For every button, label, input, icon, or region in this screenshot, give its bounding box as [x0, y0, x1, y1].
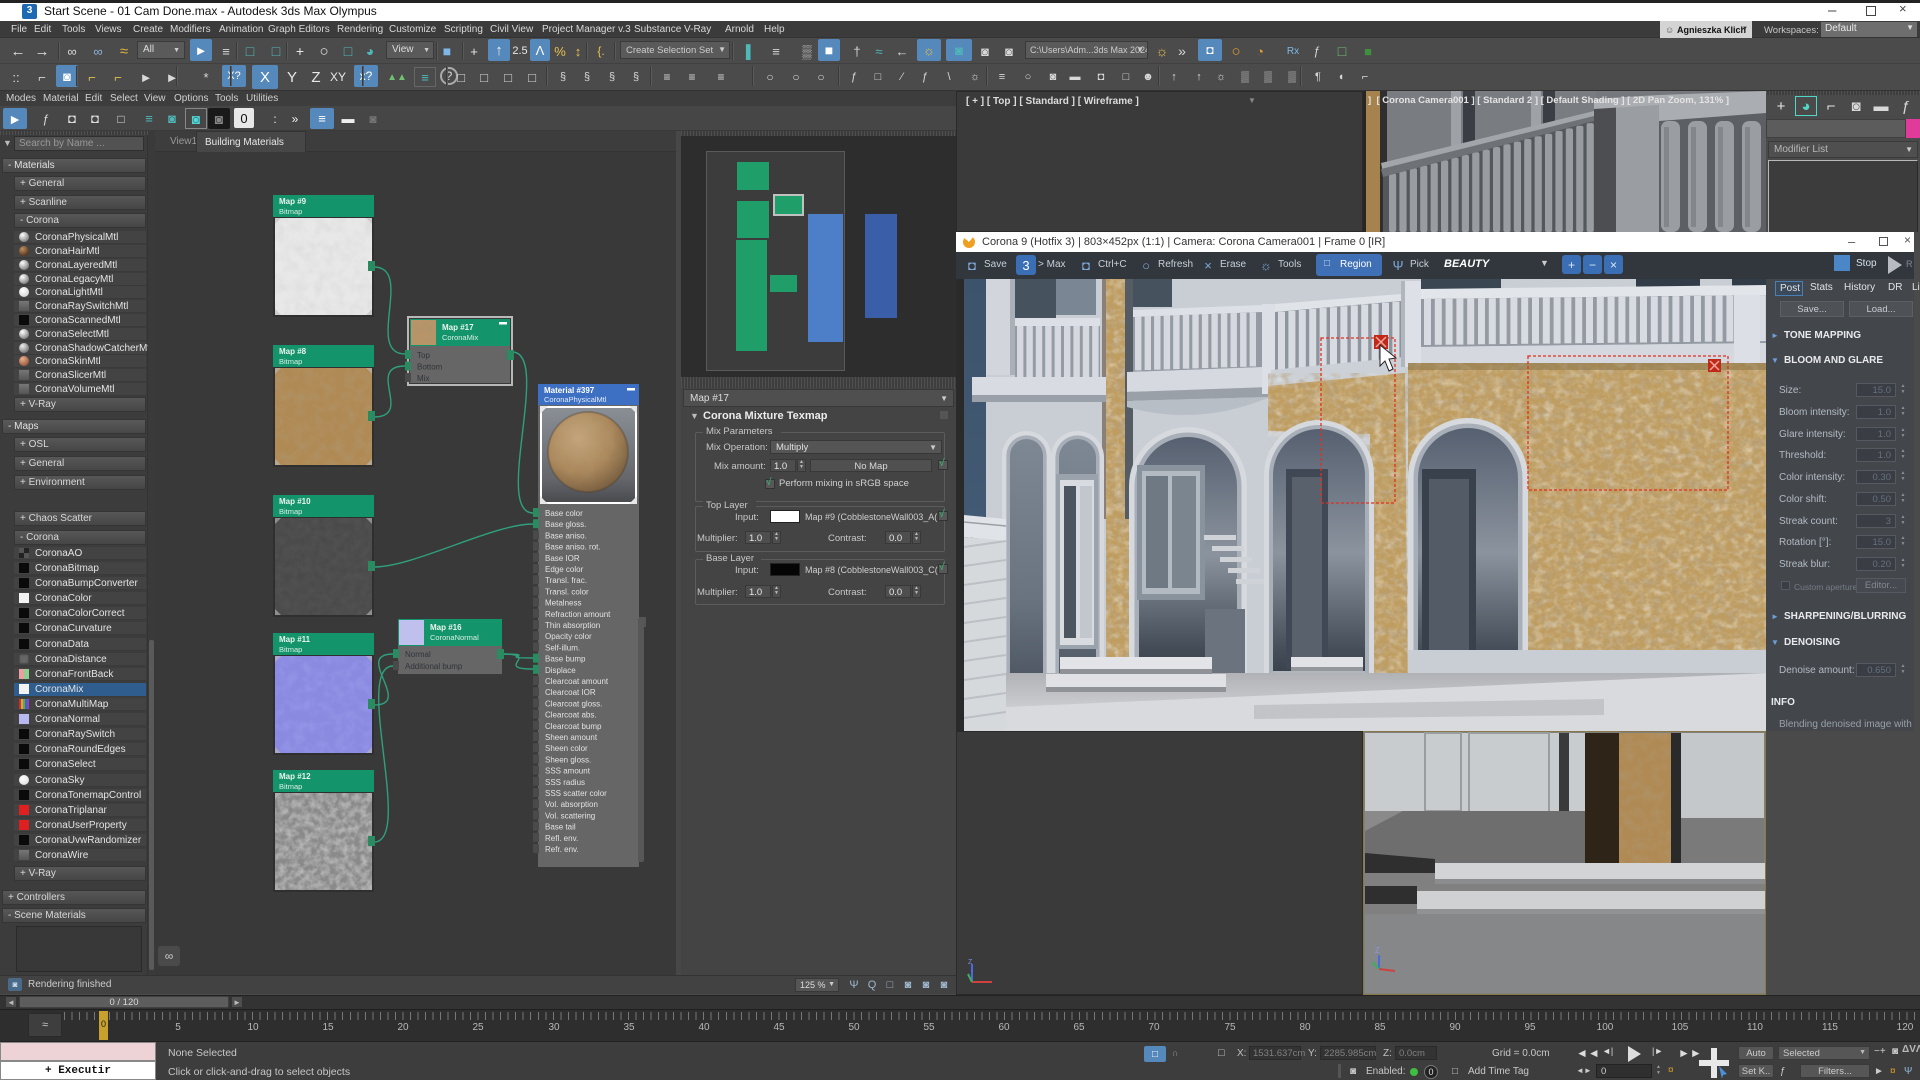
svg-text:Map #16: Map #16 [430, 623, 462, 632]
svg-text:Clearcoat gloss.: Clearcoat gloss. [545, 699, 602, 708]
svg-text:Normal: Normal [405, 650, 431, 659]
svg-text:Mix: Mix [417, 374, 429, 383]
svg-text:Self-illum.: Self-illum. [545, 643, 580, 652]
svg-text:Metalness: Metalness [545, 599, 581, 608]
svg-text:Clearcoat abs.: Clearcoat abs. [545, 711, 597, 720]
svg-text:Vol. scattering: Vol. scattering [545, 811, 595, 820]
svg-text:Base aniso.: Base aniso. [545, 531, 587, 540]
svg-text:Base gloss.: Base gloss. [545, 520, 586, 529]
svg-text:Refr. env.: Refr. env. [545, 845, 579, 854]
svg-text:Bottom: Bottom [417, 363, 443, 372]
svg-text:CoronaNormal: CoronaNormal [430, 633, 479, 642]
svg-text:CoronaMix: CoronaMix [442, 333, 479, 342]
svg-text:Map #8: Map #8 [279, 347, 307, 356]
svg-text:Transl. color: Transl. color [545, 587, 589, 596]
svg-text:Additional bump: Additional bump [405, 662, 463, 671]
svg-text:Displace: Displace [545, 666, 576, 675]
svg-text:Map #10: Map #10 [279, 497, 311, 506]
svg-text:Base tail: Base tail [545, 823, 576, 832]
svg-text:Bitmap: Bitmap [279, 782, 302, 791]
svg-text:Clearcoat IOR: Clearcoat IOR [545, 688, 596, 697]
svg-text:Refraction amount: Refraction amount [545, 610, 611, 619]
svg-text:SSS radius: SSS radius [545, 778, 585, 787]
svg-text:Transl. frac.: Transl. frac. [545, 576, 587, 585]
svg-text:SSS amount: SSS amount [545, 767, 591, 776]
svg-text:Edge color: Edge color [545, 565, 584, 574]
svg-text:Top: Top [417, 351, 430, 360]
svg-text:Base IOR: Base IOR [545, 554, 580, 563]
svg-text:Opacity color: Opacity color [545, 632, 592, 641]
svg-text:Refl. env.: Refl. env. [545, 834, 578, 843]
svg-text:CoronaPhysicalMtl: CoronaPhysicalMtl [544, 395, 607, 404]
svg-text:Material #397: Material #397 [544, 386, 595, 395]
svg-text:Base color: Base color [545, 509, 583, 518]
svg-text:Bitmap: Bitmap [279, 507, 302, 516]
svg-text:Map #17: Map #17 [442, 323, 474, 332]
svg-text:Bitmap: Bitmap [279, 207, 302, 216]
svg-text:Sheen color: Sheen color [545, 744, 588, 753]
svg-text:Map #11: Map #11 [279, 635, 311, 644]
svg-text:Map #12: Map #12 [279, 772, 311, 781]
svg-text:Clearcoat amount: Clearcoat amount [545, 677, 609, 686]
svg-text:Base aniso. rot.: Base aniso. rot. [545, 543, 601, 552]
svg-text:Clearcoat bump: Clearcoat bump [545, 722, 602, 731]
svg-text:SSS scatter color: SSS scatter color [545, 789, 607, 798]
svg-text:Map #9: Map #9 [279, 197, 307, 206]
svg-text:Vol. absorption: Vol. absorption [545, 800, 598, 809]
svg-text:Sheen amount: Sheen amount [545, 733, 598, 742]
svg-text:Sheen gloss.: Sheen gloss. [545, 755, 591, 764]
svg-text:Z: Z [1375, 946, 1380, 955]
svg-text:Bitmap: Bitmap [279, 357, 302, 366]
svg-text:Z: Z [968, 959, 973, 966]
svg-text:Base bump: Base bump [545, 655, 586, 664]
svg-text:Thin absorption: Thin absorption [545, 621, 600, 630]
svg-text:Bitmap: Bitmap [279, 645, 302, 654]
